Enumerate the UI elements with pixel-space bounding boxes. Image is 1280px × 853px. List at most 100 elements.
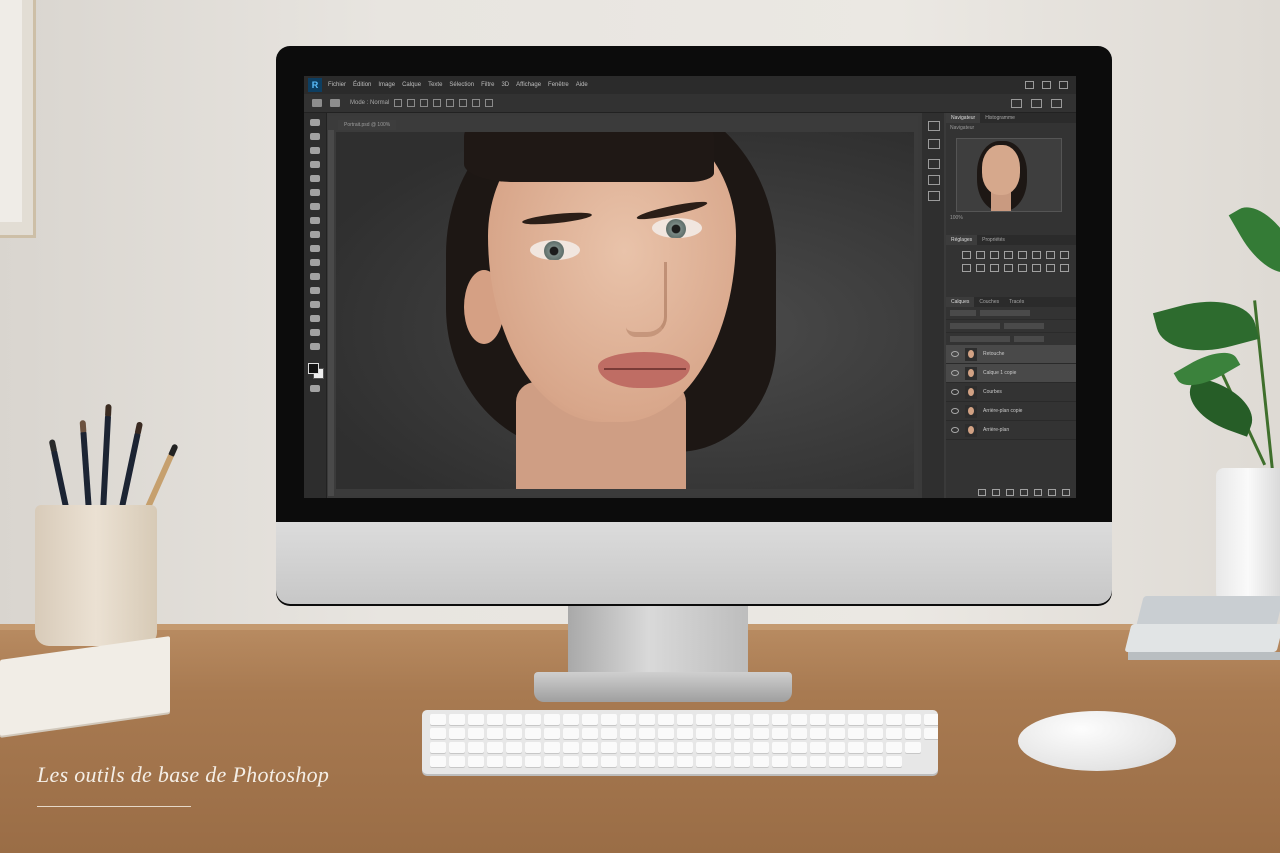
photo-filter-icon[interactable] [962, 264, 971, 272]
character-icon[interactable] [928, 175, 940, 185]
crop-tool-icon[interactable] [310, 175, 320, 182]
gradient-tool-icon[interactable] [310, 273, 320, 280]
visibility-eye-icon[interactable] [951, 370, 959, 376]
home-icon[interactable] [312, 99, 322, 107]
layer-row[interactable]: Courbes [946, 383, 1076, 402]
option-chip-icon[interactable] [485, 99, 494, 107]
layer-row[interactable]: Calque 1 copie [946, 364, 1076, 383]
foreground-color-swatch[interactable] [308, 363, 319, 374]
menu-select[interactable]: Sélection [449, 82, 474, 88]
menu-3d[interactable]: 3D [501, 82, 509, 88]
option-chip-icon[interactable] [420, 99, 429, 107]
tab-properties[interactable]: Propriétés [977, 235, 1010, 245]
menu-image[interactable]: Image [378, 82, 395, 88]
opacity-field[interactable] [1004, 323, 1044, 329]
brush-settings-icon[interactable] [928, 159, 940, 169]
quick-select-tool-icon[interactable] [310, 161, 320, 168]
navigator-thumbnail[interactable] [956, 138, 1062, 212]
workspace-icon[interactable] [1031, 98, 1042, 108]
tool-preset-icon[interactable] [330, 99, 340, 107]
menu-layer[interactable]: Calque [402, 82, 421, 88]
image-canvas[interactable] [336, 132, 914, 489]
maximize-icon[interactable] [1042, 81, 1051, 89]
blend-mode-dropdown[interactable] [950, 323, 1000, 329]
invert-icon[interactable] [1004, 264, 1013, 272]
channel-mixer-icon[interactable] [976, 264, 985, 272]
group-icon[interactable] [1034, 488, 1042, 496]
options-mode[interactable]: Mode : Normal [350, 100, 389, 106]
posterize-icon[interactable] [1018, 264, 1027, 272]
dodge-tool-icon[interactable] [310, 301, 320, 308]
visibility-eye-icon[interactable] [951, 351, 959, 357]
pen-tool-icon[interactable] [310, 315, 320, 322]
menu-file[interactable]: Fichier [328, 82, 346, 88]
path-select-tool-icon[interactable] [310, 343, 320, 350]
close-icon[interactable] [1059, 81, 1068, 89]
lock-icons[interactable] [950, 336, 1010, 342]
visibility-eye-icon[interactable] [951, 408, 959, 414]
layer-row[interactable]: Retouche [946, 345, 1076, 364]
navigator-zoom[interactable]: 100% [950, 215, 963, 221]
hue-saturation-icon[interactable] [1032, 251, 1041, 259]
black-white-icon[interactable] [1060, 251, 1069, 259]
layer-row[interactable]: Arrière-plan copie [946, 402, 1076, 421]
option-chip-icon[interactable] [459, 99, 468, 107]
eyedropper-tool-icon[interactable] [310, 189, 320, 196]
tab-adjustments[interactable]: Réglages [946, 235, 978, 245]
option-chip-icon[interactable] [433, 99, 442, 107]
eraser-tool-icon[interactable] [310, 259, 320, 266]
vibrance-icon[interactable] [1018, 251, 1027, 259]
tab-histogram[interactable]: Histogramme [980, 113, 1020, 123]
healing-brush-tool-icon[interactable] [310, 203, 320, 210]
tab-paths[interactable]: Tracés [1004, 297, 1029, 307]
threshold-icon[interactable] [1032, 264, 1041, 272]
trash-icon[interactable] [1062, 488, 1070, 496]
tab-channels[interactable]: Couches [974, 297, 1004, 307]
visibility-eye-icon[interactable] [951, 389, 959, 395]
exposure-icon[interactable] [1004, 251, 1013, 259]
marquee-tool-icon[interactable] [310, 133, 320, 140]
menu-type[interactable]: Texte [428, 82, 442, 88]
document-tab[interactable]: Portrait.psd @ 100% [338, 120, 397, 130]
layer-style-icon[interactable] [992, 488, 1000, 496]
quick-mask-icon[interactable] [310, 385, 320, 392]
layer-row[interactable]: Arrière-plan [946, 421, 1076, 440]
search-icon[interactable] [1011, 98, 1022, 108]
option-chip-icon[interactable] [394, 99, 403, 107]
tab-layers[interactable]: Calques [946, 297, 975, 307]
layer-filter-dropdown[interactable] [950, 310, 976, 316]
menu-view[interactable]: Affichage [516, 82, 541, 88]
gradient-map-icon[interactable] [1046, 264, 1055, 272]
paragraph-icon[interactable] [928, 191, 940, 201]
menu-help[interactable]: Aide [576, 82, 588, 88]
tab-navigator[interactable]: Navigateur [946, 113, 981, 123]
visibility-eye-icon[interactable] [951, 427, 959, 433]
selective-color-icon[interactable] [1060, 264, 1069, 272]
history-brush-tool-icon[interactable] [310, 245, 320, 252]
type-tool-icon[interactable] [310, 329, 320, 336]
menu-edit[interactable]: Édition [353, 82, 371, 88]
option-chip-icon[interactable] [446, 99, 455, 107]
menu-window[interactable]: Fenêtre [548, 82, 569, 88]
fill-field[interactable] [1014, 336, 1044, 342]
lasso-tool-icon[interactable] [310, 147, 320, 154]
properties-icon[interactable] [928, 139, 940, 149]
option-chip-icon[interactable] [407, 99, 416, 107]
adjustment-layer-icon[interactable] [1020, 488, 1028, 496]
history-icon[interactable] [928, 121, 940, 131]
share-icon[interactable] [1051, 98, 1062, 108]
brush-tool-icon[interactable] [310, 217, 320, 224]
new-layer-icon[interactable] [1048, 488, 1056, 496]
clone-stamp-tool-icon[interactable] [310, 231, 320, 238]
minimize-icon[interactable] [1025, 81, 1034, 89]
brightness-icon[interactable] [962, 251, 971, 259]
add-mask-icon[interactable] [1006, 488, 1014, 496]
option-chip-icon[interactable] [472, 99, 481, 107]
blur-tool-icon[interactable] [310, 287, 320, 294]
move-tool-icon[interactable] [310, 119, 320, 126]
color-balance-icon[interactable] [1046, 251, 1055, 259]
menu-filter[interactable]: Filtre [481, 82, 494, 88]
curves-icon[interactable] [990, 251, 999, 259]
levels-icon[interactable] [976, 251, 985, 259]
layer-filter-icons[interactable] [980, 310, 1030, 316]
